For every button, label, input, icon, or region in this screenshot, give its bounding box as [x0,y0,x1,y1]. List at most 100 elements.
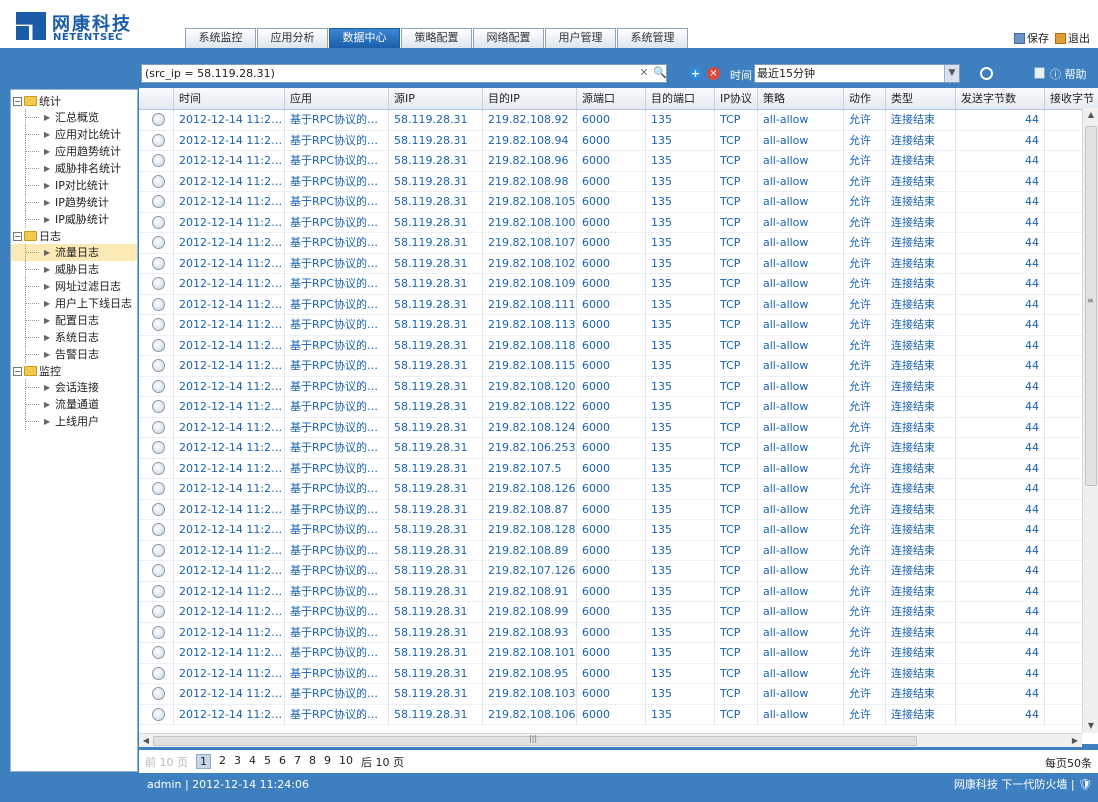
table-row[interactable]: 2012-12-14 11:23:55 基于RPC协议的若... 58.119.28… [139,561,1098,582]
sidebar-item[interactable]: ▶ 流量通道 [11,396,137,413]
view-detail-icon[interactable] [152,215,165,229]
page-7[interactable]: 7 [294,754,301,769]
table-row[interactable]: 2012-12-14 11:23:55 基于RPC协议的若... 58.119.28… [139,212,1098,233]
column-header[interactable]: 应用 [285,88,389,109]
view-detail-icon[interactable] [152,666,165,680]
tree-group-3[interactable]: − 监控 [11,363,137,379]
table-row[interactable]: 2012-12-14 11:23:55 基于RPC协议的若... 58.119.28… [139,110,1098,131]
view-detail-icon[interactable] [152,461,165,475]
column-header[interactable]: IP协议 [715,88,758,109]
column-header[interactable]: 动作 [844,88,886,109]
horizontal-scrollbar[interactable]: ◀ ||| ▶ [139,733,1082,747]
view-detail-icon[interactable] [152,687,165,700]
sidebar-item[interactable]: ▶ 汇总概览 [11,109,137,126]
table-row[interactable]: 2012-12-14 11:23:55 基于RPC协议的若... 58.119.28… [139,499,1098,520]
table-row[interactable]: 2012-12-14 11:23:55 基于RPC协议的若... 58.119.28… [139,684,1098,705]
view-detail-icon[interactable] [152,113,165,126]
sidebar-item[interactable]: ▶ IP趋势统计 [11,194,137,211]
view-detail-icon[interactable] [152,400,165,413]
column-header[interactable]: 目的端口 [646,88,715,109]
column-header[interactable]: 策略 [758,88,844,109]
table-row[interactable]: 2012-12-14 11:23:55 基于RPC协议的若... 58.119.28… [139,294,1098,315]
view-detail-icon[interactable] [152,338,165,352]
table-row[interactable]: 2012-12-14 11:23:55 基于RPC协议的若... 58.119.28… [139,438,1098,459]
tab-7[interactable]: 系统管理 [617,28,688,48]
tab-2[interactable]: 应用分析 [257,28,328,48]
view-detail-icon[interactable] [152,277,165,290]
scroll-down-icon[interactable]: ▼ [1083,719,1098,733]
view-detail-icon[interactable] [152,564,165,577]
refresh-icon[interactable] [980,67,993,80]
column-header[interactable]: 发送字节数 [956,88,1045,109]
next-10-pages[interactable]: 后 10 页 [361,754,404,770]
search-icon[interactable]: 🔍 [653,66,667,80]
tab-6[interactable]: 用户管理 [545,28,616,48]
collapse-toggle-icon[interactable]: − [13,231,22,241]
column-header[interactable]: 目的IP [483,88,577,109]
table-row[interactable]: 2012-12-14 11:23:55 基于RPC协议的若... 58.119.28… [139,315,1098,336]
table-row[interactable]: 2012-12-14 11:23:55 基于RPC协议的若... 58.119.28… [139,540,1098,561]
time-range-select[interactable]: 最近15分钟 ▼ [754,64,960,83]
sidebar-item[interactable]: ▶ 会话连接 [11,379,137,396]
view-detail-icon[interactable] [152,154,165,167]
table-row[interactable]: 2012-12-14 11:23:55 基于RPC协议的若... 58.119.28… [139,274,1098,295]
collapse-toggle-icon[interactable]: − [13,366,22,376]
page-6[interactable]: 6 [279,754,286,769]
table-row[interactable]: 2012-12-14 11:23:55 基于RPC协议的若... 58.119.28… [139,397,1098,418]
table-row[interactable]: 2012-12-14 11:23:55 基于RPC协议的若... 58.119.28… [139,417,1098,438]
column-header[interactable]: 类型 [886,88,956,109]
export-icon[interactable] [1034,67,1045,79]
view-detail-icon[interactable] [152,174,165,188]
tab-5[interactable]: 网络配置 [473,28,544,48]
table-row[interactable]: 2012-12-14 11:23:55 基于RPC协议的若... 58.119.28… [139,520,1098,541]
view-detail-icon[interactable] [152,318,165,331]
sidebar-item[interactable]: ▶ 流量日志 [11,244,137,261]
page-3[interactable]: 3 [234,754,241,769]
sidebar-item[interactable]: ▶ 上线用户 [11,413,137,430]
prev-10-pages[interactable]: 前 10 页 [145,754,188,770]
tab-4[interactable]: 策略配置 [401,28,472,48]
sidebar-item[interactable]: ▶ 告警日志 [11,346,137,363]
tree-group-1[interactable]: − 统计 [11,93,137,109]
table-row[interactable]: 2012-12-14 11:23:55 基于RPC协议的若... 58.119.28… [139,479,1098,500]
collapse-toggle-icon[interactable]: − [13,96,22,106]
column-header[interactable] [139,88,174,109]
scroll-left-icon[interactable]: ◀ [139,734,153,748]
view-detail-icon[interactable] [152,646,165,659]
vertical-scrollbar[interactable]: ▲ ≡ ▼ [1082,108,1098,733]
table-row[interactable]: 2012-12-14 11:23:55 基于RPC协议的若... 58.119.28… [139,458,1098,479]
column-header[interactable]: 接收字节 [1045,88,1098,109]
page-2[interactable]: 2 [219,754,226,769]
table-row[interactable]: 2012-12-14 11:23:55 基于RPC协议的若... 58.119.28… [139,171,1098,192]
page-1[interactable]: 1 [196,754,211,769]
page-4[interactable]: 4 [249,754,256,769]
help-button[interactable]: ⓘ 帮助 [1050,66,1087,82]
column-header[interactable]: 源IP [389,88,483,109]
column-header[interactable]: 时间 [174,88,285,109]
clear-filter-icon[interactable]: ✕ [638,66,650,80]
table-row[interactable]: 2012-12-14 11:23:55 基于RPC协议的若... 58.119.28… [139,130,1098,151]
table-row[interactable]: 2012-12-14 11:23:55 基于RPC协议的若... 58.119.28… [139,356,1098,377]
view-detail-icon[interactable] [152,625,165,639]
view-detail-icon[interactable] [152,297,165,311]
view-detail-icon[interactable] [152,441,165,454]
table-row[interactable]: 2012-12-14 11:23:55 基于RPC协议的若... 58.119.28… [139,335,1098,356]
tree-group-2[interactable]: − 日志 [11,228,137,244]
save-button[interactable]: 保存 [1014,30,1049,46]
view-detail-icon[interactable] [152,482,165,495]
view-detail-icon[interactable] [152,502,165,516]
table-row[interactable]: 2012-12-14 11:23:55 基于RPC协议的若... 58.119.28… [139,602,1098,623]
sidebar-item[interactable]: ▶ 配置日志 [11,312,137,329]
page-5[interactable]: 5 [264,754,271,769]
sidebar-item[interactable]: ▶ IP对比统计 [11,177,137,194]
table-row[interactable]: 2012-12-14 11:23:55 基于RPC协议的若... 58.119.28… [139,663,1098,684]
view-detail-icon[interactable] [152,133,165,147]
table-row[interactable]: 2012-12-14 11:23:55 基于RPC协议的若... 58.119.28… [139,704,1098,725]
sidebar-item[interactable]: ▶ 系统日志 [11,329,137,346]
table-row[interactable]: 2012-12-14 11:23:55 基于RPC协议的若... 58.119.28… [139,376,1098,397]
table-row[interactable]: 2012-12-14 11:23:55 基于RPC协议的若... 58.119.28… [139,151,1098,172]
view-detail-icon[interactable] [152,236,165,249]
tab-3[interactable]: 数据中心 [329,28,400,48]
scroll-thumb[interactable] [1085,126,1097,486]
sidebar-item[interactable]: ▶ 应用趋势统计 [11,143,137,160]
